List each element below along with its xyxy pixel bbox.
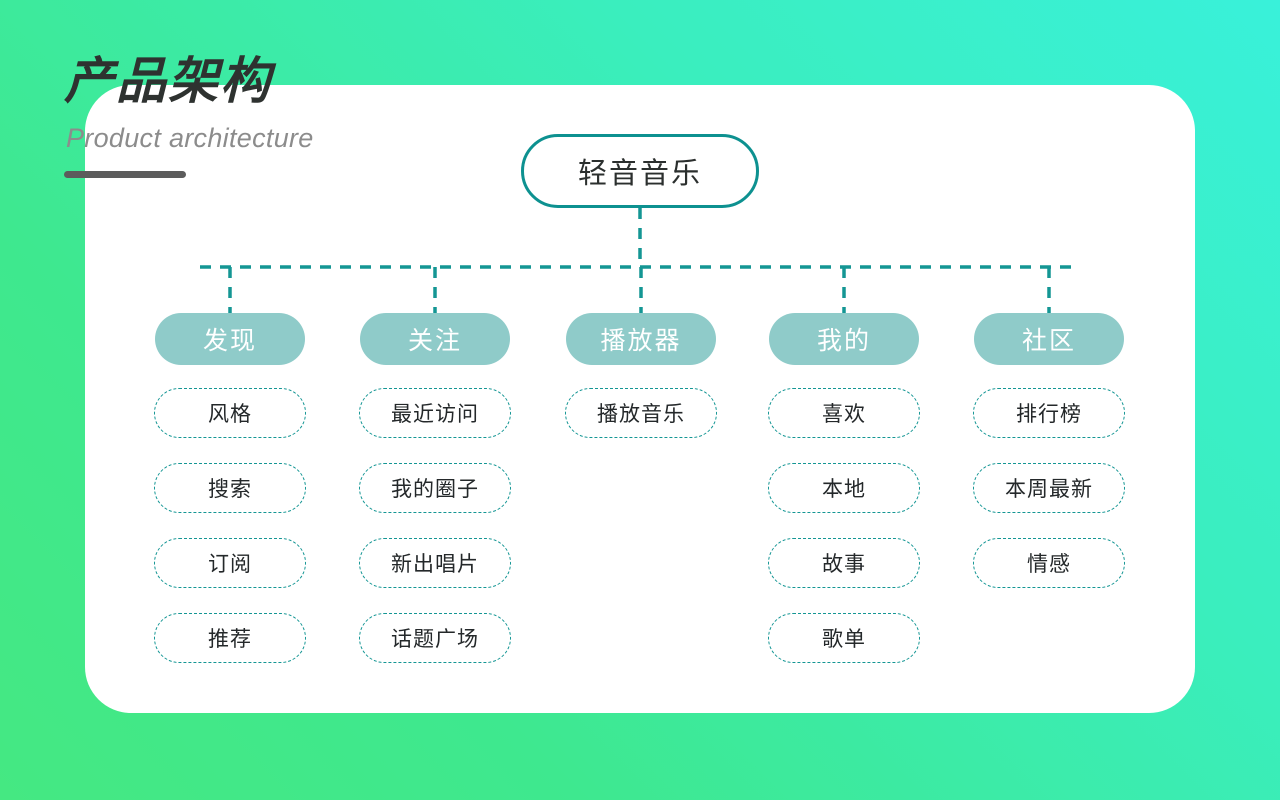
node-leaf[interactable]: 本周最新 <box>973 463 1125 513</box>
node-leaf[interactable]: 订阅 <box>154 538 306 588</box>
node-category-follow[interactable]: 关注 <box>360 313 510 365</box>
node-category-label: 关注 <box>407 327 462 355</box>
node-leaf-label: 最近访问 <box>391 403 479 426</box>
node-leaf[interactable]: 推荐 <box>154 613 306 663</box>
node-root-label: 轻音音乐 <box>577 158 702 190</box>
page-subtitle: Product architecture <box>66 123 314 153</box>
node-leaf[interactable]: 话题广场 <box>359 613 511 663</box>
node-category-label: 我的 <box>816 327 871 355</box>
diagram-column: 我的 喜欢 本地 故事 歌单 <box>739 313 949 688</box>
node-leaf[interactable]: 最近访问 <box>359 388 511 438</box>
node-category-mine[interactable]: 我的 <box>769 313 919 365</box>
node-category-label: 社区 <box>1021 327 1076 355</box>
node-leaf-label: 情感 <box>1027 553 1071 576</box>
node-category-label: 发现 <box>202 327 257 355</box>
node-leaf[interactable]: 我的圈子 <box>359 463 511 513</box>
node-category-discover[interactable]: 发现 <box>155 313 305 365</box>
node-leaf-label: 风格 <box>208 403 252 426</box>
node-leaf-label: 故事 <box>822 553 866 576</box>
node-leaf-label: 订阅 <box>208 553 252 576</box>
node-category-player[interactable]: 播放器 <box>566 313 716 365</box>
node-leaf[interactable]: 喜欢 <box>768 388 920 438</box>
node-leaf-label: 本地 <box>822 478 866 501</box>
header-block: 产品架构 Product architecture <box>64 52 494 192</box>
node-leaf-label: 我的圈子 <box>391 478 479 501</box>
node-leaf-label: 新出唱片 <box>391 553 479 576</box>
node-leaf-label: 搜索 <box>208 478 252 501</box>
page-title: 产品架构 <box>64 53 272 109</box>
node-leaf[interactable]: 排行榜 <box>973 388 1125 438</box>
slide-canvas: 产品架构 Product architecture 轻音音乐 发现 风格 搜索 … <box>0 0 1280 800</box>
node-leaf[interactable]: 搜索 <box>154 463 306 513</box>
node-root[interactable]: 轻音音乐 <box>521 134 759 208</box>
node-leaf[interactable]: 歌单 <box>768 613 920 663</box>
node-leaf[interactable]: 故事 <box>768 538 920 588</box>
node-leaf[interactable]: 本地 <box>768 463 920 513</box>
node-leaf-label: 排行榜 <box>1016 403 1082 426</box>
title-underline-rule <box>64 171 186 178</box>
node-leaf[interactable]: 情感 <box>973 538 1125 588</box>
node-leaf-label: 推荐 <box>208 628 252 651</box>
diagram-column: 社区 排行榜 本周最新 情感 <box>944 313 1154 613</box>
diagram-column: 关注 最近访问 我的圈子 新出唱片 话题广场 <box>330 313 540 688</box>
node-leaf-label: 歌单 <box>822 628 866 651</box>
node-leaf[interactable]: 风格 <box>154 388 306 438</box>
node-category-label: 播放器 <box>600 327 682 355</box>
node-leaf[interactable]: 播放音乐 <box>565 388 717 438</box>
diagram-column: 播放器 播放音乐 <box>536 313 746 463</box>
node-leaf[interactable]: 新出唱片 <box>359 538 511 588</box>
diagram-column: 发现 风格 搜索 订阅 推荐 <box>125 313 335 688</box>
node-category-community[interactable]: 社区 <box>974 313 1124 365</box>
node-leaf-label: 话题广场 <box>391 628 479 651</box>
node-leaf-label: 喜欢 <box>822 403 866 426</box>
diagram-columns: 发现 风格 搜索 订阅 推荐 关注 最近访问 我的圈子 新出唱片 话题广场 播放… <box>0 313 1280 693</box>
node-leaf-label: 本周最新 <box>1005 478 1093 501</box>
node-leaf-label: 播放音乐 <box>597 403 685 426</box>
